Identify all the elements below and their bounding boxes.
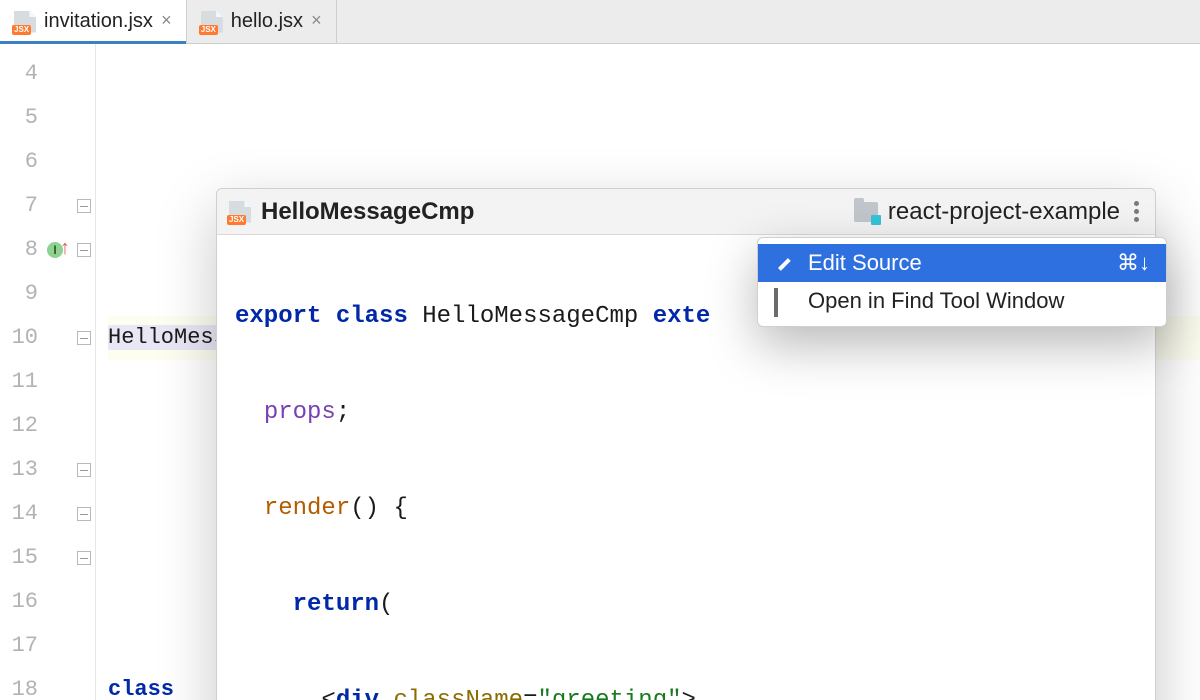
line-number: 12 [0,404,38,448]
jsx-badge: JSX [12,25,31,35]
editor[interactable]: 4 5 6 7 8 9 10 11 12 13 14 15 16 17 18 I… [0,44,1200,700]
marker-gutter: I ↑ [46,44,72,700]
line-number: 8 [0,228,38,272]
line-number: 16 [0,580,38,624]
line-number: 6 [0,140,38,184]
window-icon [774,290,796,312]
code-line [108,140,1200,184]
close-icon[interactable]: × [161,13,172,31]
line-number: 14 [0,492,38,536]
line-number: 18 [0,668,38,700]
more-options-icon[interactable] [1130,197,1143,226]
code-line: props; [235,389,1137,437]
context-menu: Edit Source ⌘↓ Open in Find Tool Window [757,237,1167,327]
folder-icon [854,202,878,222]
line-number: 17 [0,624,38,668]
fold-toggle-icon[interactable] [77,507,91,521]
line-number: 15 [0,536,38,580]
menu-item-label: Edit Source [808,250,922,276]
tab-hello[interactable]: JSX hello.jsx × [187,0,337,43]
code-line: render() { [235,485,1137,533]
line-number: 7 [0,184,38,228]
popup-header: JSX HelloMessageCmp react-project-exampl… [217,189,1155,235]
code-line: <div className="greeting"> [235,677,1137,700]
fold-toggle-icon[interactable] [77,551,91,565]
edit-icon [774,252,796,274]
menu-item-edit-source[interactable]: Edit Source ⌘↓ [758,244,1166,282]
code-line: return( [235,581,1137,629]
fold-toggle-icon[interactable] [77,331,91,345]
quick-definition-popup: JSX HelloMessageCmp react-project-exampl… [216,188,1156,700]
line-number: 9 [0,272,38,316]
jsx-file-icon: JSX [14,11,36,33]
popup-title: HelloMessageCmp [261,198,474,226]
menu-item-open-in-find[interactable]: Open in Find Tool Window [758,282,1166,320]
menu-item-shortcut: ⌘↓ [1117,250,1150,276]
fold-toggle-icon[interactable] [77,199,91,213]
line-number: 4 [0,52,38,96]
line-number: 10 [0,316,38,360]
popup-project-name: react-project-example [888,198,1120,226]
jsx-badge: JSX [199,25,218,35]
jsx-badge: JSX [227,215,246,225]
tab-invitation[interactable]: JSX invitation.jsx × [0,0,187,43]
jsx-file-icon: JSX [229,201,251,223]
line-number: 13 [0,448,38,492]
close-icon[interactable]: × [311,13,322,31]
line-number-gutter: 4 5 6 7 8 9 10 11 12 13 14 15 16 17 18 [0,44,46,700]
tab-label: hello.jsx [231,10,303,33]
tab-bar: JSX invitation.jsx × JSX hello.jsx × [0,0,1200,44]
fold-toggle-icon[interactable] [77,243,91,257]
tab-label: invitation.jsx [44,10,153,33]
override-up-arrow-icon[interactable]: ↑ [59,228,71,272]
menu-item-label: Open in Find Tool Window [808,288,1064,314]
jsx-file-icon: JSX [201,11,223,33]
fold-toggle-icon[interactable] [77,463,91,477]
line-number: 11 [0,360,38,404]
line-number: 5 [0,96,38,140]
fold-gutter [72,44,96,700]
